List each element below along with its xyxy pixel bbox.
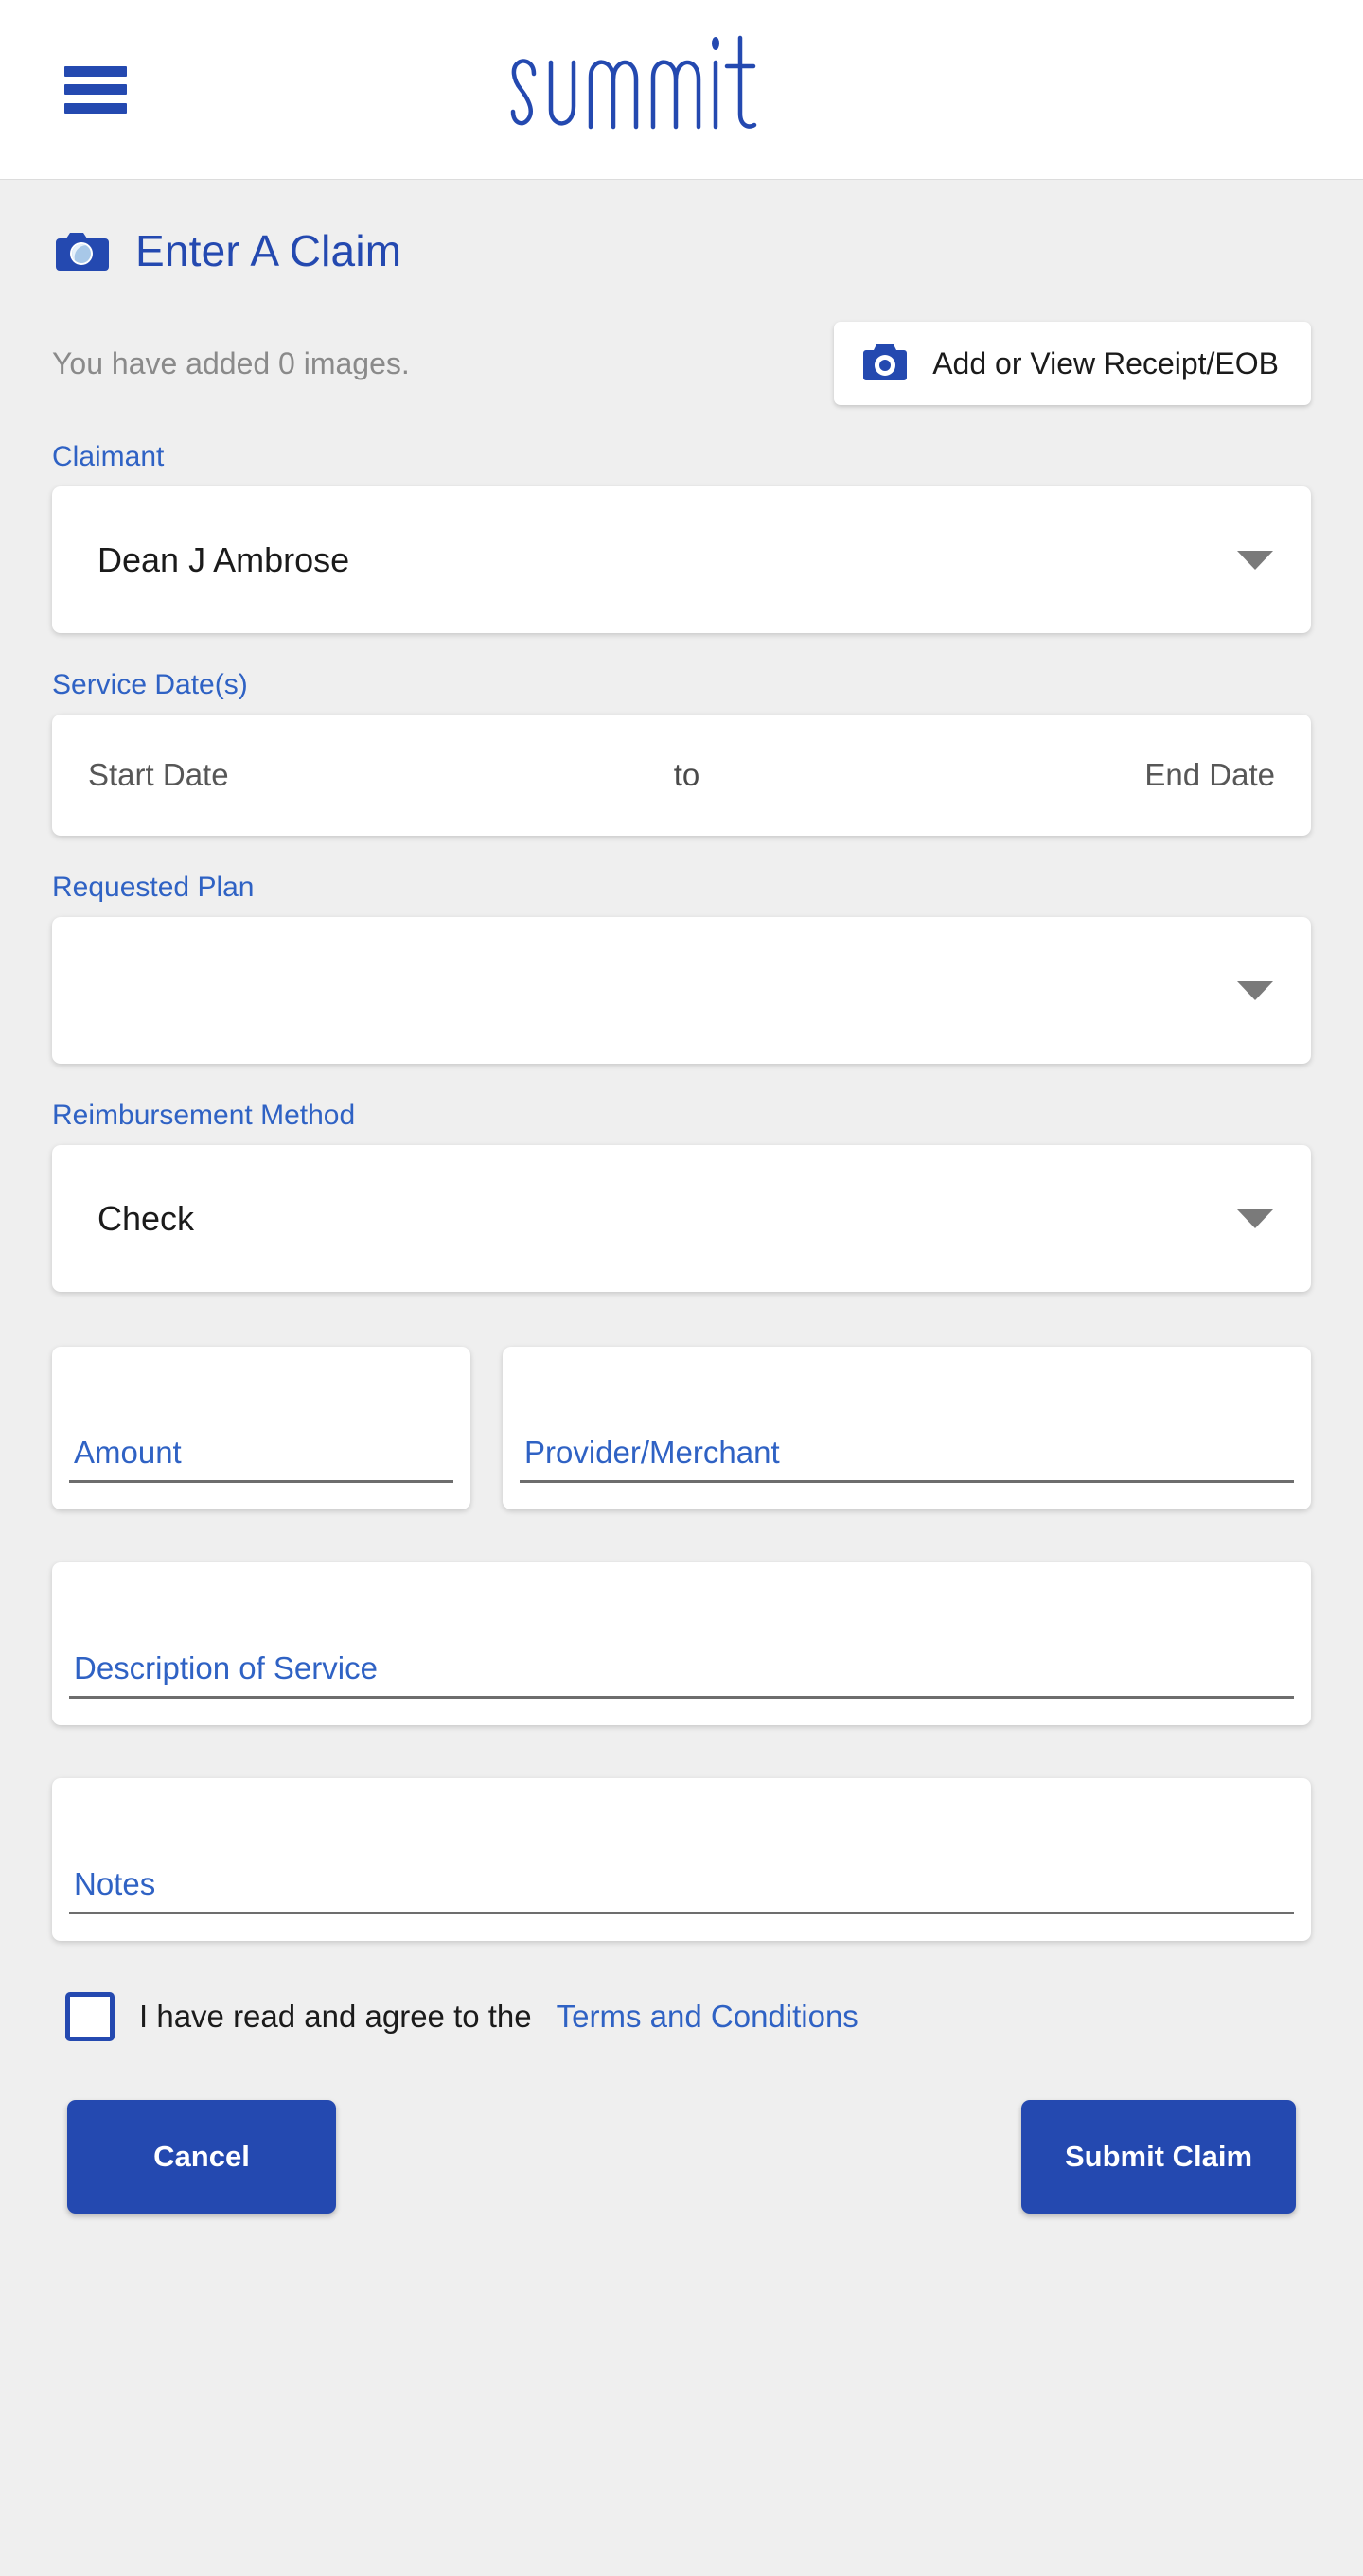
end-date-input[interactable]: End Date: [1144, 757, 1275, 793]
terms-and-conditions-link[interactable]: Terms and Conditions: [557, 1999, 859, 2035]
camera-icon: [860, 343, 910, 384]
provider-label: Provider/Merchant: [524, 1435, 780, 1470]
description-field: Description of Service: [52, 1562, 1311, 1725]
app-header: [0, 0, 1363, 180]
add-or-view-receipt-label: Add or View Receipt/EOB: [932, 345, 1279, 380]
notes-label: Notes: [74, 1866, 156, 1901]
page-title: Enter A Claim: [52, 180, 1311, 273]
reimbursement-method-select[interactable]: Check: [52, 1145, 1311, 1292]
requested-plan-select[interactable]: [52, 917, 1311, 1064]
form-actions: Cancel Submit Claim: [52, 2100, 1311, 2214]
notes-input[interactable]: Notes: [52, 1778, 1311, 1941]
claim-form-page: Enter A Claim You have added 0 images. A…: [0, 180, 1363, 2214]
claimant-value: Dean J Ambrose: [97, 539, 350, 579]
claimant-field: Claimant Dean J Ambrose: [52, 441, 1311, 633]
description-label: Description of Service: [74, 1650, 378, 1685]
claimant-label: Claimant: [52, 441, 165, 472]
reimbursement-method-field: Reimbursement Method Check: [52, 1100, 1311, 1292]
hamburger-bar: [64, 84, 127, 95]
start-date-input[interactable]: Start Date: [88, 757, 229, 793]
amount-field: Amount: [52, 1347, 470, 1509]
summit-logo[interactable]: [492, 33, 871, 147]
page-title-text: Enter A Claim: [135, 226, 402, 275]
date-range-separator: to: [673, 757, 700, 792]
terms-text: I have read and agree to the: [139, 1999, 532, 2034]
service-dates-inputs[interactable]: Start Date to End Date: [52, 715, 1311, 836]
camera-icon: [52, 229, 111, 273]
chevron-down-icon: [1237, 1209, 1273, 1228]
amount-label: Amount: [74, 1435, 182, 1470]
description-underline: [69, 1696, 1294, 1699]
provider-field: Provider/Merchant: [503, 1347, 1311, 1509]
submit-claim-button[interactable]: Submit Claim: [1021, 2100, 1296, 2214]
add-or-view-receipt-button[interactable]: Add or View Receipt/EOB: [834, 322, 1311, 405]
reimbursement-method-value: Check: [97, 1198, 195, 1238]
description-input[interactable]: Description of Service: [52, 1562, 1311, 1725]
images-count-text: You have added 0 images.: [52, 345, 410, 380]
hamburger-bar: [64, 102, 127, 114]
claimant-select[interactable]: Dean J Ambrose: [52, 486, 1311, 633]
terms-agreement-row: I have read and agree to the Terms and C…: [52, 1992, 1311, 2041]
notes-underline: [69, 1912, 1294, 1914]
cancel-button[interactable]: Cancel: [67, 2100, 336, 2214]
amount-provider-row: Amount Provider/Merchant: [52, 1347, 1311, 1509]
hamburger-menu-icon[interactable]: [64, 65, 127, 114]
provider-underline: [520, 1480, 1294, 1483]
terms-checkbox[interactable]: [65, 1992, 115, 2041]
images-status-row: You have added 0 images. Add or View Rec…: [52, 322, 1311, 405]
amount-input[interactable]: Amount: [52, 1347, 470, 1509]
requested-plan-field: Requested Plan: [52, 872, 1311, 1064]
chevron-down-icon: [1237, 980, 1273, 1000]
requested-plan-label: Requested Plan: [52, 872, 255, 903]
service-dates-field: Service Date(s) Start Date to End Date: [52, 669, 1311, 836]
service-dates-label: Service Date(s): [52, 669, 248, 700]
notes-field: Notes: [52, 1778, 1311, 1941]
hamburger-bar: [64, 65, 127, 77]
amount-underline: [69, 1480, 453, 1483]
reimbursement-method-label: Reimbursement Method: [52, 1100, 356, 1131]
provider-input[interactable]: Provider/Merchant: [503, 1347, 1311, 1509]
chevron-down-icon: [1237, 550, 1273, 570]
